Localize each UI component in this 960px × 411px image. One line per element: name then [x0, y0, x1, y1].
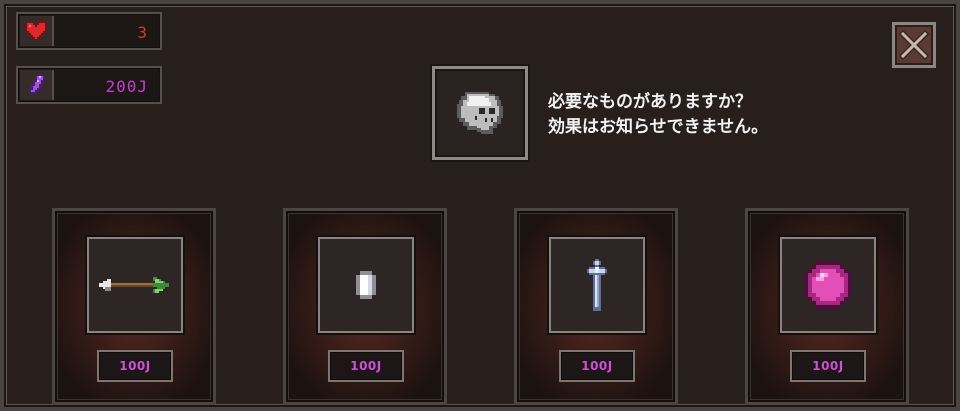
merchant-portrait [432, 66, 528, 160]
pink-gem-icon [804, 261, 852, 309]
white-crystal-icon [356, 271, 376, 299]
arrow-icon [97, 277, 169, 293]
shop-item-arrow[interactable]: 100J [52, 208, 216, 405]
price-tag: 100J [328, 350, 404, 382]
dialogue-line-2: 効果はお知らせできません。 [548, 117, 769, 137]
heart-icon [20, 16, 54, 46]
price-tag: 100J [97, 350, 173, 382]
dialogue-line-1: 必要なものがありますか？ [548, 92, 752, 112]
merchant-dialogue: 必要なものがありますか？ 効果はお知らせできません。 [548, 90, 848, 140]
close-x-icon [899, 30, 929, 60]
health-counter: 3 [16, 12, 162, 50]
item-slot [318, 237, 414, 333]
shop-item-white-crystal[interactable]: 100J [283, 208, 447, 405]
purple-crystal-icon [20, 70, 54, 100]
scepter-icon [587, 259, 607, 311]
health-value: 3 [137, 23, 148, 42]
shop-item-scepter[interactable]: 100J [514, 208, 678, 405]
item-slot [549, 237, 645, 333]
currency-value: 200J [105, 77, 148, 96]
item-slot [780, 237, 876, 333]
price-tag: 100J [790, 350, 866, 382]
shop-item-pink-gem[interactable]: 100J [745, 208, 909, 405]
currency-counter: 200J [16, 66, 162, 104]
price-tag: 100J [559, 350, 635, 382]
item-slot [87, 237, 183, 333]
close-button[interactable] [892, 22, 936, 68]
skull-icon [457, 92, 503, 134]
